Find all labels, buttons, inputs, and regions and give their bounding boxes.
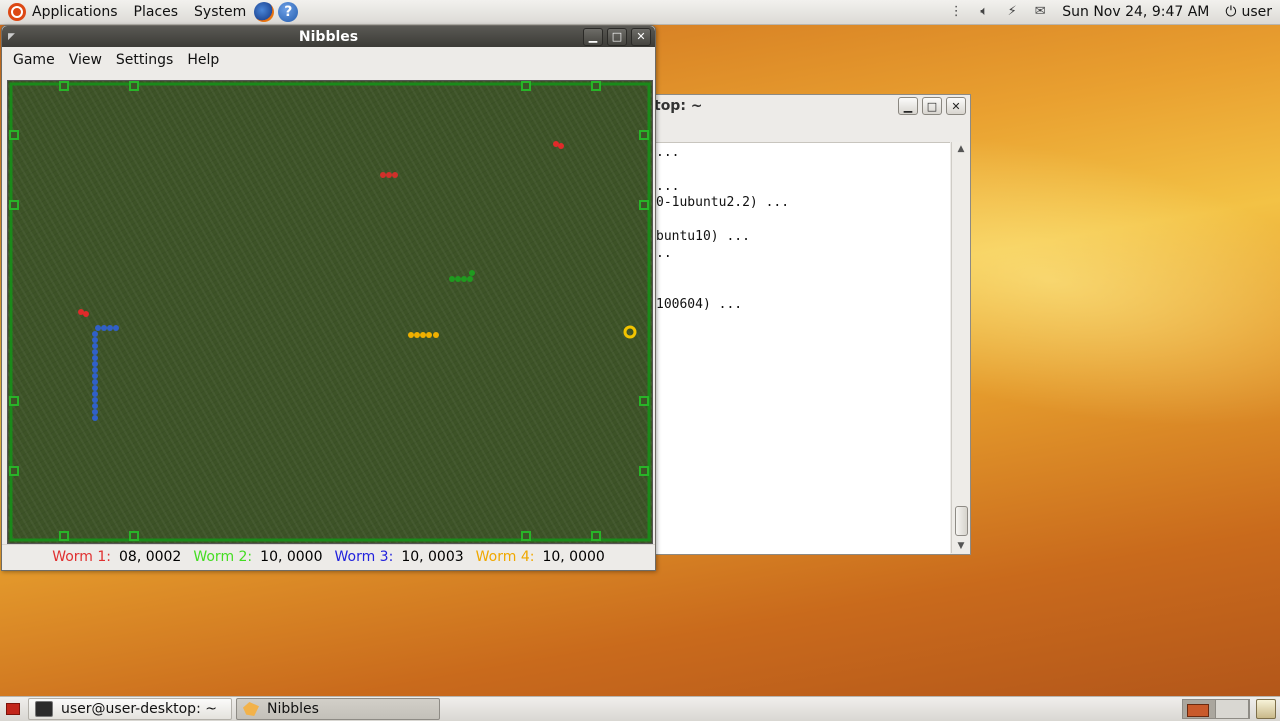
- nibbles-title: Nibbles: [298, 28, 359, 45]
- taskbar-item-label: user@user-desktop: ~: [61, 701, 217, 717]
- worm-3-score: Worm 3: 10, 0003: [335, 549, 464, 565]
- system-menu[interactable]: System: [186, 0, 254, 24]
- user-menu[interactable]: ⏻ user: [1217, 0, 1280, 24]
- worm-green: [449, 270, 475, 282]
- scrollbar-thumb[interactable]: [955, 506, 968, 536]
- terminal-window[interactable]: top: ~ ▁ □ ✕ ... ... 0-1ubuntu2.2) ... b…: [654, 94, 971, 555]
- worm-2-value: 10, 0000: [260, 549, 323, 565]
- clock[interactable]: Sun Nov 24, 9:47 AM: [1054, 0, 1217, 24]
- help-launcher-icon[interactable]: ?: [278, 2, 299, 22]
- worm-4-value: 10, 0000: [542, 549, 605, 565]
- applications-menu-label: Applications: [32, 4, 118, 20]
- close-icon[interactable]: ✕: [631, 27, 651, 46]
- terminal-scrollbar[interactable]: ▲ ▼: [951, 142, 970, 553]
- terminal-line: ...: [656, 179, 680, 194]
- menu-view[interactable]: View: [62, 52, 109, 68]
- trash-icon[interactable]: [1256, 699, 1276, 719]
- workspace-switcher[interactable]: [1182, 699, 1250, 719]
- worm-3-value: 10, 0003: [401, 549, 464, 565]
- workspace-2[interactable]: [1216, 700, 1249, 718]
- top-panel: Applications Places System ? ⋮ 🔈︎ ⚡︎ ✉︎ …: [0, 0, 1280, 25]
- worm-2-score: Worm 2: 10, 0000: [193, 549, 322, 565]
- volume-icon[interactable]: 🔈︎: [976, 5, 992, 19]
- terminal-line: 100604) ...: [656, 297, 743, 312]
- bonus-cherry: [553, 141, 564, 149]
- system-menu-label: System: [194, 4, 247, 20]
- scroll-down-icon[interactable]: ▼: [952, 539, 970, 553]
- menu-game[interactable]: Game: [6, 52, 62, 68]
- taskbar-item-nibbles[interactable]: Nibbles: [236, 698, 440, 720]
- worm-2-label: Worm 2:: [193, 549, 253, 565]
- game-board-canvas: [9, 81, 651, 542]
- ubuntu-logo-icon: [8, 3, 26, 21]
- worm-red: [380, 172, 398, 178]
- game-board[interactable]: [7, 80, 653, 544]
- window-menu-icon[interactable]: ◤: [8, 32, 18, 42]
- worm-1-value: 08, 0002: [119, 549, 182, 565]
- menu-settings[interactable]: Settings: [109, 52, 180, 68]
- applications-menu[interactable]: Applications: [0, 0, 126, 24]
- terminal-menubar: [654, 117, 970, 141]
- places-menu-label: Places: [133, 4, 179, 20]
- show-desktop-icon[interactable]: [4, 700, 22, 718]
- taskbar-item-terminal[interactable]: user@user-desktop: ~: [28, 698, 232, 720]
- minimize-icon[interactable]: ▁: [898, 97, 918, 115]
- terminal-line: ...: [656, 145, 680, 160]
- close-icon[interactable]: ✕: [946, 97, 966, 115]
- bottom-panel: user@user-desktop: ~ Nibbles: [0, 696, 1280, 721]
- network-icon[interactable]: ⚡︎: [1004, 5, 1020, 19]
- nibbles-menubar: Game View Settings Help: [2, 47, 655, 73]
- terminal-output[interactable]: ... ... 0-1ubuntu2.2) ... buntu10) ... .…: [654, 142, 950, 554]
- worm-yellow: [408, 332, 439, 338]
- terminal-line: ..: [656, 246, 672, 261]
- worm-4-score: Worm 4: 10, 0000: [476, 549, 605, 565]
- wall-joints: [9, 81, 649, 541]
- mail-icon[interactable]: ✉︎: [1032, 5, 1048, 19]
- terminal-line: buntu10) ...: [656, 229, 750, 244]
- bonus-cherry: [78, 309, 89, 317]
- terminal-titlebar[interactable]: top: ~ ▁ □ ✕: [654, 95, 970, 117]
- bonus-ring: [623, 325, 637, 339]
- minimize-icon[interactable]: ▁: [583, 27, 603, 46]
- nibbles-titlebar[interactable]: ◤ Nibbles ▁ □ ✕: [2, 26, 655, 47]
- menu-help[interactable]: Help: [180, 52, 226, 68]
- worm-3-label: Worm 3:: [334, 549, 394, 565]
- keyboard-indicator-icon[interactable]: ⋮: [948, 5, 964, 19]
- worm-1-label: Worm 1:: [52, 549, 111, 565]
- nibbles-window[interactable]: ◤ Nibbles ▁ □ ✕ Game View Settings Help: [1, 25, 656, 571]
- maximize-icon[interactable]: □: [607, 27, 627, 46]
- power-icon: ⏻: [1225, 4, 1237, 20]
- nibbles-icon: [243, 702, 259, 716]
- wall: [9, 82, 651, 542]
- score-statusbar: Worm 1: 08, 0002 Worm 2: 10, 0000 Worm 3: 1…: [2, 544, 655, 569]
- maximize-icon[interactable]: □: [922, 97, 942, 115]
- terminal-title: top: ~: [654, 98, 703, 114]
- scroll-up-icon[interactable]: ▲: [952, 142, 970, 156]
- places-menu[interactable]: Places: [126, 0, 187, 24]
- user-name: user: [1241, 4, 1272, 20]
- worm-1-score: Worm 1: 08, 0002: [52, 549, 181, 565]
- worm-4-label: Worm 4:: [475, 549, 535, 565]
- firefox-launcher-icon[interactable]: [254, 2, 275, 22]
- taskbar-item-label: Nibbles: [267, 701, 319, 717]
- terminal-line: 0-1ubuntu2.2) ...: [656, 195, 790, 210]
- workspace-1[interactable]: [1183, 700, 1216, 718]
- terminal-icon: [35, 701, 53, 717]
- worm-blue: [92, 325, 119, 421]
